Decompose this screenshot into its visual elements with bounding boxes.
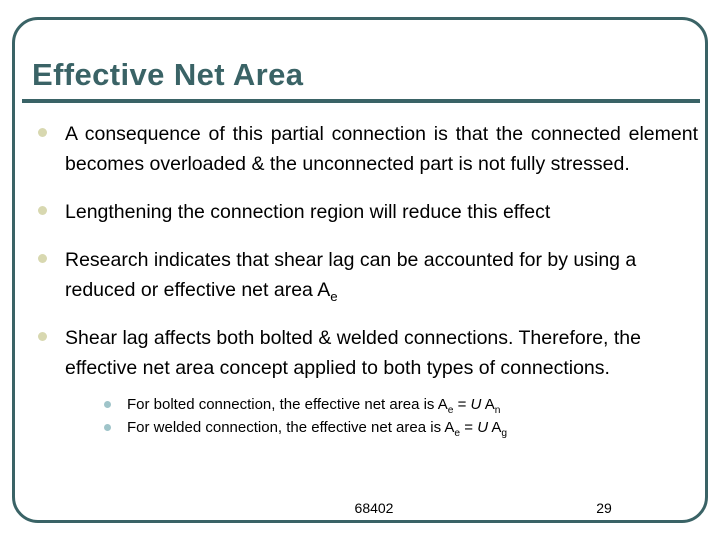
list-item: Lengthening the connection region will r…: [36, 197, 698, 227]
bullet-marker-icon: [38, 254, 47, 263]
equals-sign: =: [453, 396, 471, 413]
bullet-list: A consequence of this partial connection…: [36, 119, 698, 457]
bullet-text: Lengthening the connection region will r…: [65, 201, 551, 223]
bullet-marker-icon: [38, 332, 47, 341]
variable-u: U: [470, 396, 482, 413]
footer-page-number: 29: [596, 500, 612, 516]
sub-bullet-lead: For bolted connection, the effective net…: [127, 396, 448, 413]
bullet-text-main: Research indicates that shear lag can be…: [65, 249, 637, 301]
title-underline-rule: [22, 99, 700, 103]
list-item: A consequence of this partial connection…: [36, 119, 698, 179]
bullet-text: Research indicates that shear lag can be…: [65, 245, 698, 305]
sub-bullet-lead: For welded connection, the effective net…: [127, 419, 455, 436]
subscript-g: g: [501, 428, 508, 439]
bullet-text: Shear lag affects both bolted & welded c…: [65, 327, 641, 379]
sub-bullet-list: For bolted connection, the effective net…: [103, 393, 698, 439]
sub-bullet-marker-icon: [104, 424, 111, 431]
variable-a: A: [488, 419, 502, 436]
slide: Effective Net Area A consequence of this…: [0, 0, 720, 540]
subscript-n: n: [494, 405, 501, 416]
bullet-text: A consequence of this partial connection…: [65, 123, 698, 175]
bullet-marker-icon: [38, 206, 47, 215]
sub-list-item: For bolted connection, the effective net…: [103, 393, 698, 416]
list-item: Shear lag affects both bolted & welded c…: [36, 323, 698, 439]
list-item: Research indicates that shear lag can be…: [36, 245, 698, 305]
page-title: Effective Net Area: [32, 57, 304, 92]
equals-sign: =: [460, 419, 478, 436]
variable-a: A: [481, 396, 495, 413]
sub-bullet-marker-icon: [104, 401, 111, 408]
variable-u: U: [477, 419, 489, 436]
bullet-marker-icon: [38, 128, 47, 137]
sub-bullet-text: For welded connection, the effective net…: [127, 416, 698, 439]
subscript-e: e: [330, 288, 338, 304]
footer-course-code: 68402: [354, 500, 394, 516]
sub-bullet-text: For bolted connection, the effective net…: [127, 393, 698, 416]
sub-list-item: For welded connection, the effective net…: [103, 416, 698, 439]
